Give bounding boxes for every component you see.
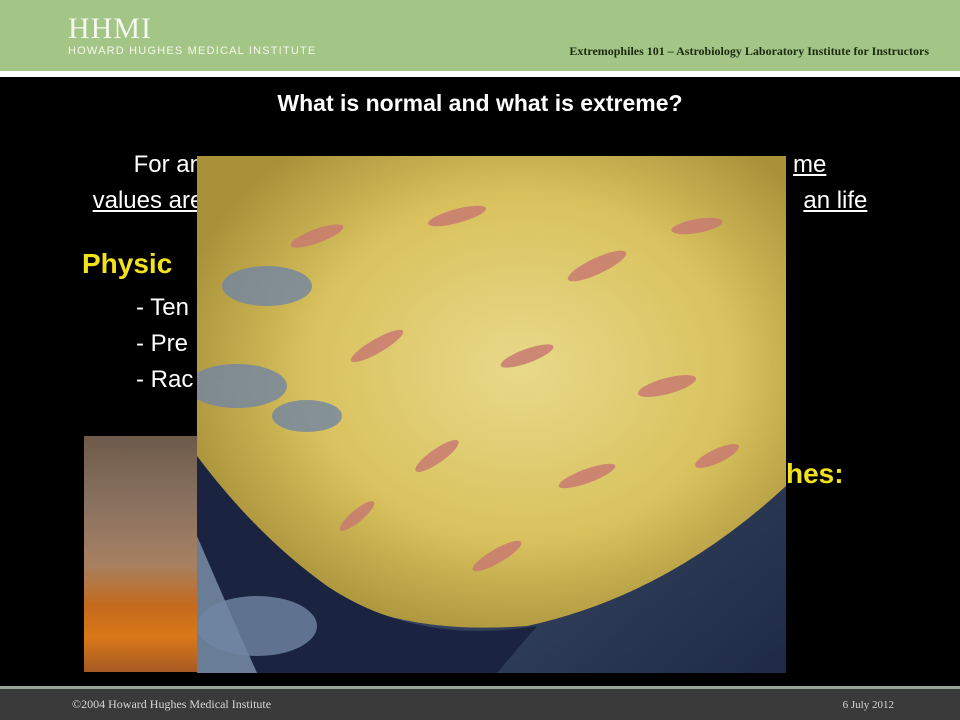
acid-river-photo bbox=[84, 436, 200, 672]
intro-line-2-start: values are bbox=[92, 187, 204, 214]
slide-title: What is normal and what is extreme? bbox=[277, 90, 683, 116]
slide-date: 6 July 2012 bbox=[842, 699, 894, 711]
physical-heading: Physic bbox=[82, 248, 173, 279]
bullet-pressure: - Pre bbox=[136, 330, 189, 357]
header-bar: HHMI HOWARD HUGHES MEDICAL INSTITUTE Ext… bbox=[0, 0, 960, 71]
intro-line-1-end: me bbox=[793, 151, 827, 178]
hydrothermal-worms-image bbox=[197, 156, 786, 673]
copyright-text: ©2004 Howard Hughes Medical Institute bbox=[72, 697, 272, 711]
institute-name: HOWARD HUGHES MEDICAL INSTITUTE bbox=[68, 45, 317, 57]
intro-line-1-start: For an bbox=[133, 151, 204, 178]
intro-line-2-end: an life bbox=[803, 187, 868, 214]
second-heading: hes: bbox=[786, 458, 844, 489]
header-divider bbox=[0, 71, 960, 77]
course-title: Extremophiles 101 – Astrobiology Laborat… bbox=[569, 44, 929, 58]
bullet-temperature: - Ten bbox=[136, 294, 189, 321]
hydrothermal-worms-photo bbox=[197, 156, 786, 673]
bullet-radiation: - Rac bbox=[136, 366, 194, 393]
hhmi-logo: HHMI bbox=[68, 12, 152, 45]
